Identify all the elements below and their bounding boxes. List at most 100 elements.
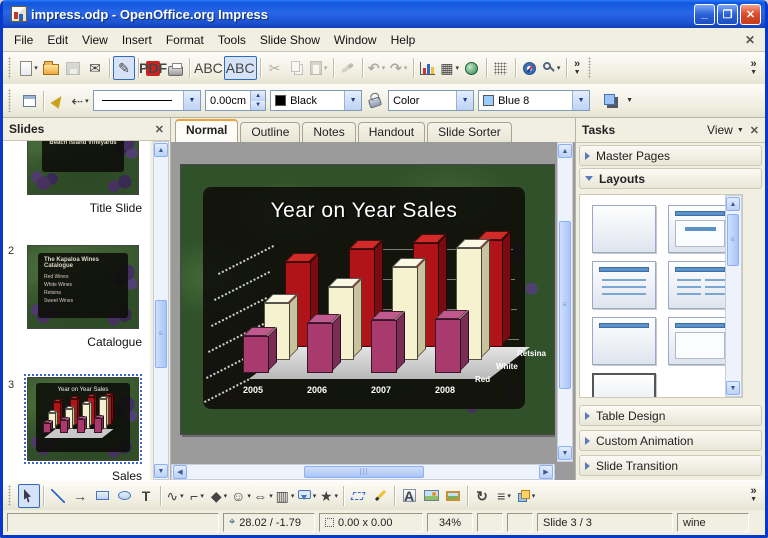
layouts-scrollbar-thumb[interactable]: ≡ [727, 214, 739, 266]
new-document-icon[interactable]: ▾ [18, 56, 40, 80]
arrange-icon[interactable]: ▾ [515, 484, 537, 508]
slide-item-1[interactable]: Fine wines from Beach Island Vineyards T… [3, 141, 150, 233]
section-master-pages[interactable]: Master Pages [579, 145, 762, 166]
menu-tools[interactable]: Tools [211, 30, 253, 50]
toolbar-grip[interactable] [8, 89, 15, 112]
slide-3-thumbnail[interactable]: Year on Year Sales [27, 377, 139, 461]
flowchart-dropdown-icon[interactable]: ▾ [291, 492, 295, 500]
section-table-design[interactable]: Table Design [579, 405, 762, 426]
open-icon[interactable] [40, 56, 62, 80]
connector-dropdown-icon[interactable]: ▾ [200, 492, 204, 500]
redo-dropdown-icon[interactable]: ▾ [404, 64, 408, 72]
tab-normal[interactable]: Normal [175, 119, 238, 142]
display-grid-icon[interactable] [490, 56, 512, 80]
slides-panel-close-icon[interactable]: ✕ [155, 123, 164, 136]
line-arrow-end-icon[interactable]: → [69, 484, 91, 508]
slide-item-3[interactable]: 3 Year on Year Sales Sales [3, 373, 150, 480]
slide-item-2[interactable]: 2 The Kapaloa Wines Catalogue Red Wines … [3, 243, 150, 363]
hyperlink-icon[interactable] [461, 56, 483, 80]
line-width-stepper[interactable]: 0.00cm ▲▼ [205, 90, 266, 111]
canvas-horizontal-scrollbar[interactable]: ◀ ||| ▶ [171, 464, 555, 480]
line-color-dropdown-icon[interactable]: ▼ [344, 91, 361, 110]
symbol-shapes-dropdown-icon[interactable]: ▾ [247, 492, 251, 500]
layout-blank[interactable] [592, 205, 656, 253]
menu-file[interactable]: File [7, 30, 40, 50]
insert-table-dropdown-icon[interactable]: ▾ [455, 64, 459, 72]
menu-view[interactable]: View [75, 30, 115, 50]
basic-shapes-dropdown-icon[interactable]: ▾ [224, 492, 228, 500]
fill-type-select[interactable]: Color ▼ [388, 90, 474, 111]
toolbar-grip[interactable] [8, 57, 15, 79]
fill-color-select[interactable]: Blue 8 ▼ [478, 90, 590, 111]
insert-table-icon[interactable]: ▦▾ [439, 56, 461, 80]
spellcheck-icon[interactable]: ABC [193, 56, 224, 80]
scroll-up-icon[interactable]: ▲ [558, 144, 572, 158]
new-document-dropdown-icon[interactable]: ▾ [34, 64, 38, 72]
glue-points-icon[interactable] [369, 484, 391, 508]
chart-panel[interactable]: Year on Year Sales [203, 187, 525, 409]
arrow-style-icon[interactable]: ⇠▾ [69, 89, 91, 113]
fontwork-gallery-icon[interactable]: A [398, 484, 420, 508]
layouts-scrollbar[interactable]: ▲ ≡ ▼ [725, 195, 742, 397]
slide-1-thumbnail[interactable]: Fine wines from Beach Island Vineyards [27, 141, 139, 195]
line-color-select[interactable]: Black ▼ [270, 90, 362, 111]
tab-slide-sorter[interactable]: Slide Sorter [427, 122, 512, 142]
slides-scrollbar[interactable]: ▲ ≡ ▼ [153, 141, 169, 480]
scroll-down-icon[interactable]: ▼ [726, 381, 740, 395]
zoom-dropdown-icon[interactable]: ▾ [557, 64, 561, 72]
close-button[interactable]: ✕ [740, 4, 761, 25]
alignment-icon[interactable]: ≡▾ [493, 484, 515, 508]
zoom-icon[interactable]: ▾ [541, 56, 563, 80]
scroll-left-icon[interactable]: ◀ [173, 465, 187, 479]
maximize-button[interactable]: ❐ [717, 4, 738, 25]
scroll-up-icon[interactable]: ▲ [154, 143, 168, 157]
line-style-select[interactable]: ▼ [93, 90, 201, 111]
menu-format[interactable]: Format [159, 30, 211, 50]
navigator-icon[interactable] [519, 56, 541, 80]
canvas-vscroll-thumb[interactable]: ≡ [559, 221, 571, 389]
menu-insert[interactable]: Insert [115, 30, 159, 50]
canvas-hscroll-thumb[interactable]: ||| [304, 466, 424, 478]
slide-page[interactable]: Year on Year Sales [180, 164, 555, 435]
toolbar-grip[interactable] [588, 57, 595, 79]
layout-title-bullets[interactable] [592, 261, 656, 309]
menu-slideshow[interactable]: Slide Show [253, 30, 327, 50]
curve-dropdown-icon[interactable]: ▾ [180, 492, 184, 500]
tasks-view-menu[interactable]: View [707, 123, 733, 137]
toolbar-overflow-button[interactable]: ▼ [626, 97, 633, 105]
gallery-icon[interactable] [442, 484, 464, 508]
rotate-icon[interactable]: ↻ [471, 484, 493, 508]
slide-2-thumbnail[interactable]: The Kapaloa Wines Catalogue Red Wines Wh… [27, 245, 139, 329]
document-close-icon[interactable]: ✕ [745, 33, 755, 47]
zoom-field[interactable]: 34% [427, 513, 473, 532]
presentation-toolbar-overflow[interactable]: »▼ [750, 60, 757, 77]
callouts-dropdown-icon[interactable]: ▾ [313, 492, 317, 500]
title-bar[interactable]: impress.odp - OpenOffice.org Impress _ ❐… [3, 0, 765, 28]
styles-formatting-icon[interactable] [18, 89, 40, 113]
layout-title-content[interactable] [668, 205, 732, 253]
fill-paintcan-icon[interactable] [364, 89, 386, 113]
width-down-icon[interactable]: ▼ [251, 101, 265, 111]
print-icon[interactable] [164, 56, 186, 80]
shadow-icon[interactable] [600, 89, 622, 113]
picture-from-file-icon[interactable] [420, 484, 442, 508]
fill-color-dropdown-icon[interactable]: ▼ [572, 91, 589, 110]
layout-title-content-frame[interactable] [668, 317, 732, 365]
rectangle-icon[interactable] [91, 484, 113, 508]
scroll-right-icon[interactable]: ▶ [539, 465, 553, 479]
slide-canvas[interactable]: Year on Year Sales [171, 142, 555, 462]
scroll-down-icon[interactable]: ▼ [154, 464, 168, 478]
scroll-down-icon[interactable]: ▼ [558, 446, 572, 460]
tasks-panel-close-icon[interactable]: ✕ [750, 124, 759, 137]
autospellcheck-icon[interactable]: ABC [224, 56, 257, 80]
select-icon[interactable] [18, 484, 40, 508]
drawing-toolbar-overflow[interactable]: »▼ [750, 487, 757, 504]
menu-edit[interactable]: Edit [40, 30, 75, 50]
layout-partial[interactable] [592, 373, 656, 398]
block-arrows-dropdown-icon[interactable]: ▾ [269, 492, 273, 500]
callouts-icon[interactable]: ▾ [296, 484, 318, 508]
ellipse-icon[interactable] [113, 484, 135, 508]
stars-icon[interactable]: ★▾ [318, 484, 340, 508]
edit-file-icon[interactable]: ✎ [113, 56, 135, 80]
slides-scrollbar-thumb[interactable]: ≡ [155, 300, 167, 368]
